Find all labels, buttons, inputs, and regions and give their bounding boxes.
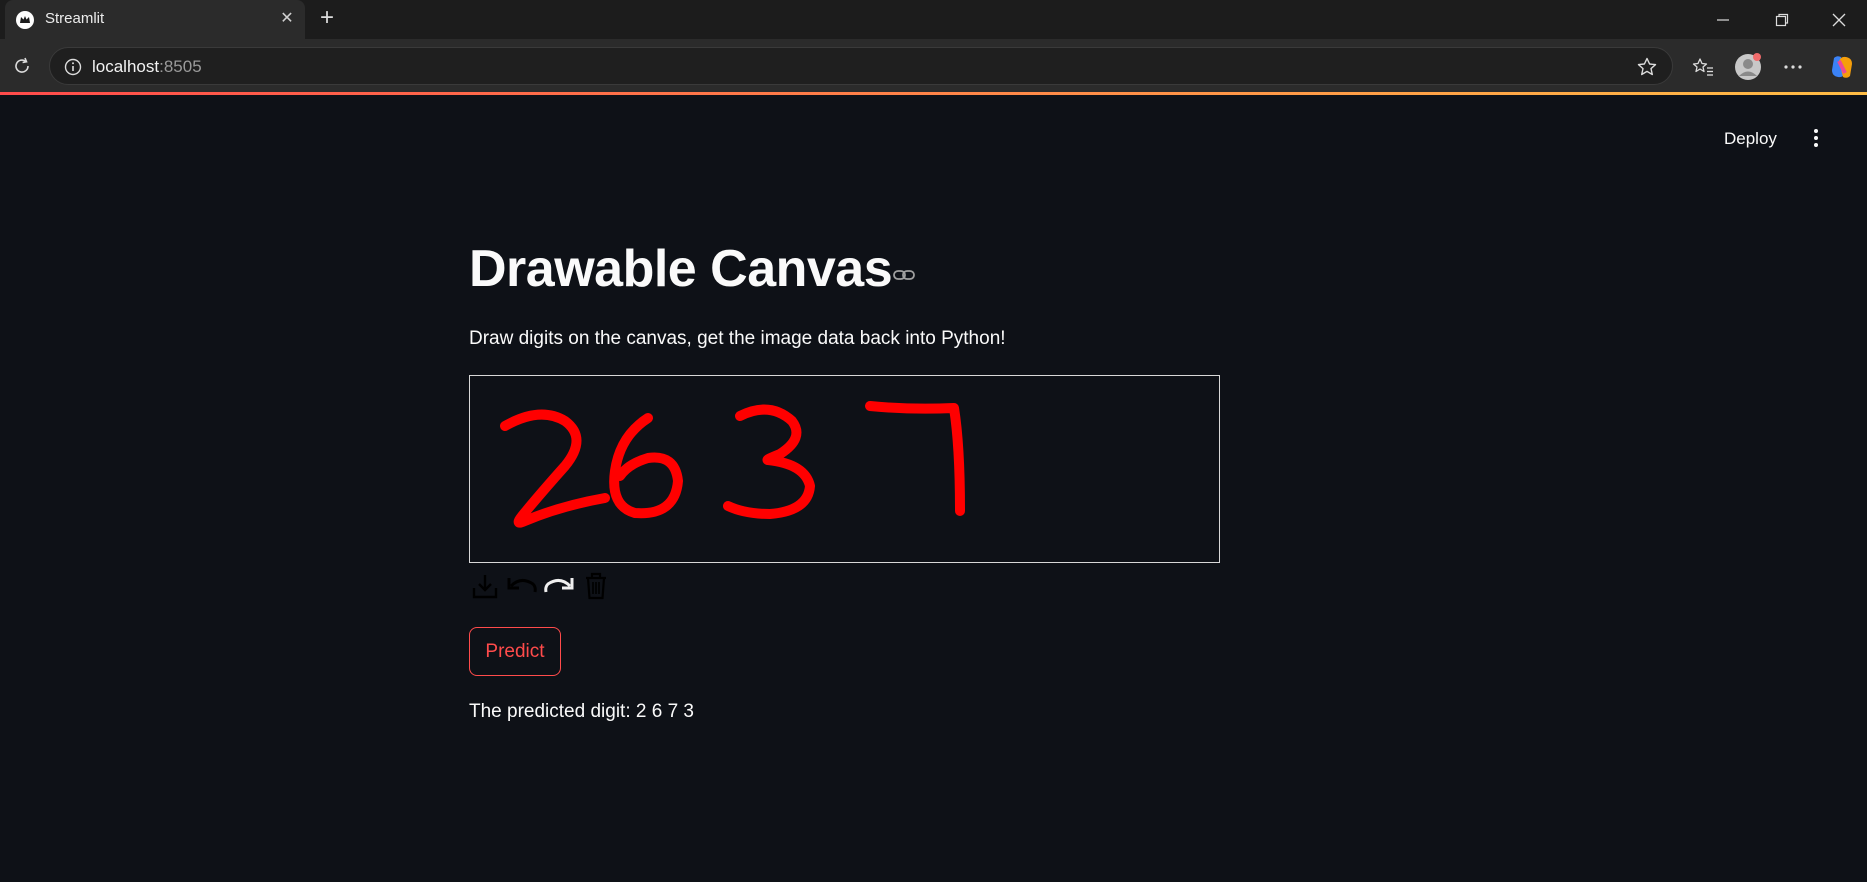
close-window-icon[interactable] bbox=[1811, 0, 1867, 39]
drawn-stroke-7 bbox=[865, 401, 965, 516]
tab-close-icon[interactable]: ✕ bbox=[277, 9, 297, 29]
anchor-link-icon[interactable] bbox=[892, 263, 916, 287]
reload-icon[interactable] bbox=[5, 49, 39, 83]
favorite-star-icon[interactable] bbox=[1636, 56, 1658, 78]
profile-avatar-icon[interactable] bbox=[1731, 50, 1765, 84]
browser-tabbar: Streamlit ✕ + bbox=[0, 0, 1867, 40]
drawn-stroke-6 bbox=[609, 413, 683, 519]
streamlit-crown-icon bbox=[16, 11, 34, 29]
streamlit-app: Deploy Drawable Canvas Draw digits on th… bbox=[0, 95, 1867, 882]
predict-button[interactable]: Predict bbox=[469, 627, 561, 676]
download-icon[interactable] bbox=[469, 570, 500, 601]
more-options-icon[interactable] bbox=[1776, 50, 1810, 84]
browser-toolbar: localhost:8505 bbox=[0, 39, 1867, 94]
drawn-stroke-2 bbox=[500, 409, 610, 528]
drawn-stroke-3 bbox=[723, 404, 815, 519]
deploy-button[interactable]: Deploy bbox=[1716, 125, 1785, 153]
main-menu-icon[interactable] bbox=[1806, 125, 1826, 151]
favorites-icon[interactable] bbox=[1686, 50, 1720, 84]
prediction-result: The predicted digit: 2 6 7 3 bbox=[469, 701, 694, 722]
tab-title: Streamlit bbox=[45, 10, 105, 27]
browser-tab[interactable]: Streamlit ✕ bbox=[5, 0, 305, 40]
canvas-drawing bbox=[500, 401, 965, 528]
copilot-icon[interactable] bbox=[1825, 50, 1859, 84]
restore-icon[interactable] bbox=[1754, 0, 1810, 39]
drawable-canvas[interactable] bbox=[469, 375, 1220, 563]
redo-icon[interactable] bbox=[543, 570, 574, 601]
minimize-icon[interactable] bbox=[1695, 0, 1751, 39]
canvas-toolbar bbox=[469, 570, 611, 602]
url-text: localhost:8505 bbox=[92, 57, 202, 76]
trash-icon[interactable] bbox=[580, 570, 611, 601]
new-tab-icon[interactable]: + bbox=[314, 6, 340, 32]
address-bar[interactable]: localhost:8505 bbox=[49, 47, 1673, 85]
page-title: Drawable Canvas bbox=[469, 240, 893, 298]
site-info-icon[interactable] bbox=[64, 58, 82, 76]
undo-icon[interactable] bbox=[506, 570, 537, 601]
page-description: Draw digits on the canvas, get the image… bbox=[469, 328, 1006, 349]
